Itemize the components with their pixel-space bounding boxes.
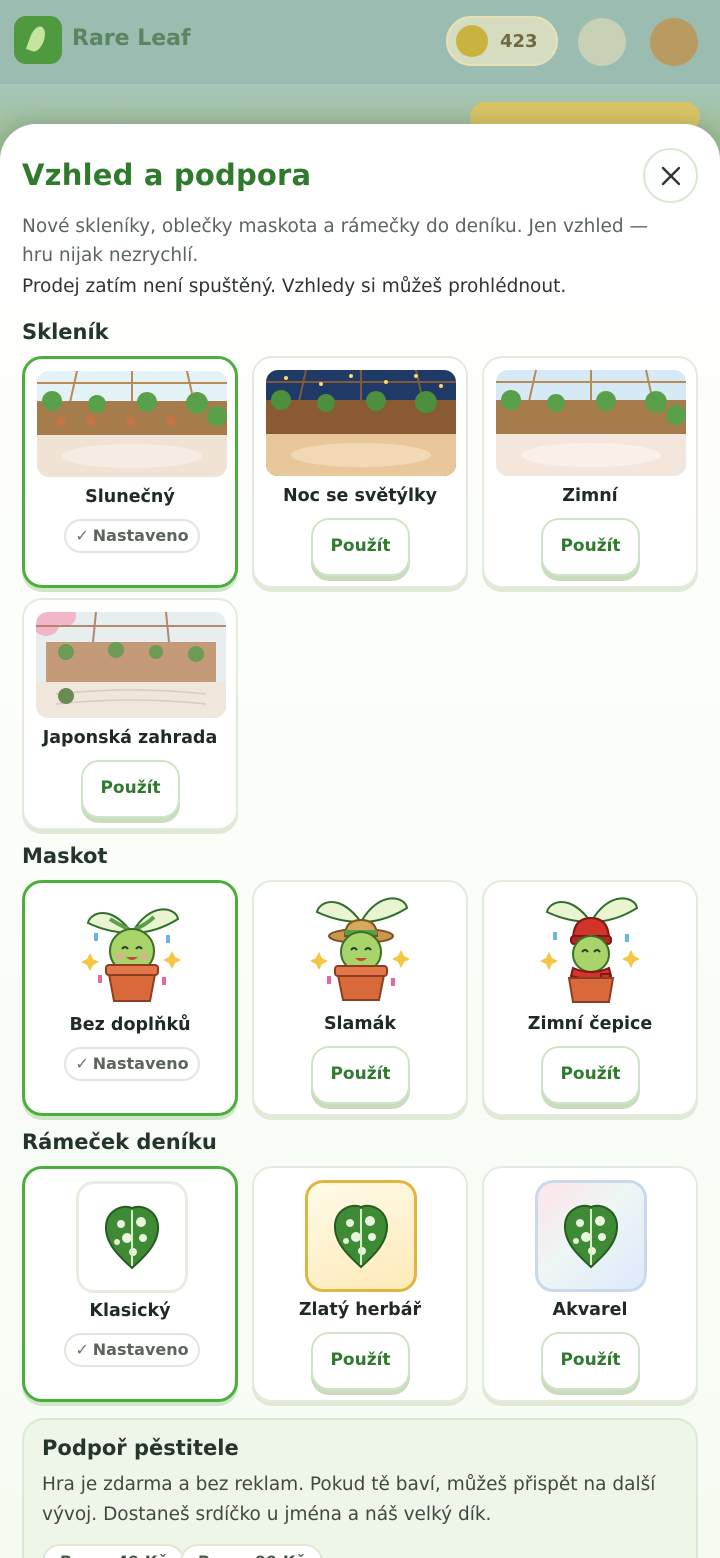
greenhouse-thumb-japanese: [36, 612, 226, 718]
section-title-greenhouse: Skleník: [22, 320, 109, 344]
greenhouse-card-sunny[interactable]: Slunečný ✓ Nastaveno: [22, 356, 238, 588]
greenhouse-name: Noc se světýlky: [282, 486, 438, 506]
greenhouse-card-winter[interactable]: Zimní Použít: [482, 356, 698, 588]
support-title: Podpoř pěstitele: [42, 1436, 239, 1460]
use-button[interactable]: Použít: [311, 518, 410, 576]
mascot-card-none[interactable]: Bez doplňků ✓ Nastaveno: [22, 880, 238, 1116]
support-text: Hra je zdarma a bez reklam. Pokud tě bav…: [42, 1474, 656, 1525]
greenhouse-card-night[interactable]: Noc se světýlky Použít: [252, 356, 468, 588]
intro-text: Nové skleníky, oblečky maskota a rámečky…: [22, 216, 649, 266]
support-panel: Podpoř pěstitele Hra je zdarma a bez rek…: [22, 1418, 698, 1558]
frame-name: Zlatý herbář: [298, 1300, 422, 1320]
frame-name: Klasický: [89, 1301, 171, 1321]
frame-card-gold[interactable]: Zlatý herbář Použít: [252, 1166, 468, 1402]
greenhouse-thumb-night: [266, 370, 456, 476]
sale-notice: Prodej zatím není spuštěný. Vzhledy si m…: [22, 276, 567, 297]
greenhouse-name: Japonská zahrada: [42, 728, 218, 748]
leaf-icon: [104, 1205, 160, 1270]
section-title-frame: Rámeček deníku: [22, 1130, 217, 1154]
status-badge-selected: ✓ Nastaveno: [64, 1047, 200, 1081]
mascot-name: Bez doplňků: [69, 1015, 191, 1035]
status-badge-selected: ✓ Nastaveno: [64, 519, 200, 553]
use-button[interactable]: Použít: [311, 1332, 410, 1390]
frame-preview: [76, 1181, 188, 1293]
greenhouse-thumb-winter: [496, 370, 686, 476]
close-icon: [661, 166, 681, 186]
coin-value: 423: [500, 31, 538, 52]
app-title: Rare Leaf: [72, 26, 191, 51]
app-header: Rare Leaf 423: [0, 0, 720, 84]
frame-card-classic[interactable]: Klasický ✓ Nastaveno: [22, 1166, 238, 1402]
mascot-image: [310, 897, 410, 1001]
greenhouse-card-japanese[interactable]: Japonská zahrada Použít: [22, 598, 238, 830]
gear-icon: [650, 18, 698, 66]
section-title-mascot: Maskot: [22, 844, 108, 868]
tree-icon: [578, 18, 626, 66]
mascot-image: [81, 908, 181, 1002]
appearance-sheet: Vzhled a podpora Nové skleníky, oblečky …: [0, 124, 720, 1558]
coin-icon: [456, 25, 488, 57]
sheet-title: Vzhled a podpora: [22, 158, 312, 192]
check-icon: ✓: [75, 526, 89, 545]
greenhouse-name: Zimní: [562, 486, 618, 506]
status-label: Nastaveno: [92, 526, 189, 545]
mascot-image: [540, 897, 640, 1003]
use-button[interactable]: Použít: [541, 1046, 640, 1104]
use-button[interactable]: Použít: [541, 518, 640, 576]
frame-preview: [305, 1180, 417, 1292]
check-icon: ✓: [75, 1054, 89, 1073]
greenhouse-name: Slunečný: [85, 487, 175, 507]
coin-balance: 423: [446, 16, 558, 66]
mascot-card-straw-hat[interactable]: Slamák Použít: [252, 880, 468, 1116]
donate-button-49[interactable]: Brzy · 49 Kč: [42, 1544, 185, 1558]
close-button[interactable]: [643, 148, 698, 203]
mascot-name: Slamák: [323, 1014, 397, 1034]
donate-button-99[interactable]: Brzy · 99 Kč: [180, 1544, 323, 1558]
frame-preview: [535, 1180, 647, 1292]
leaf-icon: [333, 1204, 389, 1269]
mascot-card-winter-hat[interactable]: Zimní čepice Použít: [482, 880, 698, 1116]
check-icon: ✓: [75, 1340, 89, 1359]
status-label: Nastaveno: [92, 1340, 189, 1359]
status-label: Nastaveno: [92, 1054, 189, 1073]
use-button[interactable]: Použít: [311, 1046, 410, 1104]
status-badge-selected: ✓ Nastaveno: [64, 1333, 200, 1367]
mascot-name: Zimní čepice: [527, 1014, 653, 1034]
leaf-icon: [563, 1204, 619, 1269]
use-button[interactable]: Použít: [81, 760, 180, 818]
use-button[interactable]: Použít: [541, 1332, 640, 1390]
frame-name: Akvarel: [552, 1300, 628, 1320]
frame-card-watercolor[interactable]: Akvarel Použít: [482, 1166, 698, 1402]
leaf-logo-icon: [14, 16, 62, 64]
greenhouse-thumb-sunny: [37, 371, 227, 477]
